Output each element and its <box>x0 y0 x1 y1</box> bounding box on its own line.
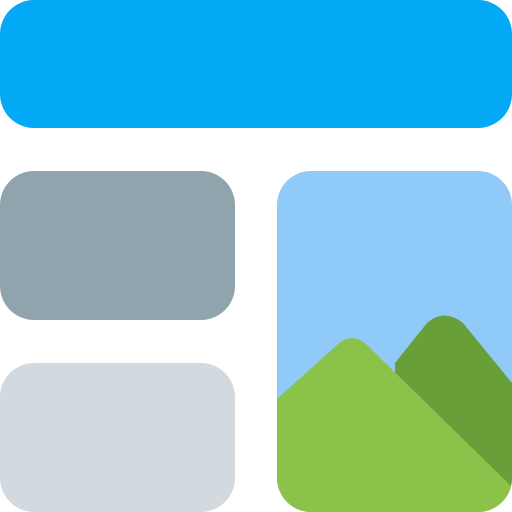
header-bar <box>0 0 512 128</box>
landscape-image-icon <box>277 171 512 512</box>
image-placeholder <box>277 171 512 512</box>
content-card-top <box>0 171 235 320</box>
layout-template-icon <box>0 0 512 512</box>
content-card-bottom <box>0 363 235 512</box>
